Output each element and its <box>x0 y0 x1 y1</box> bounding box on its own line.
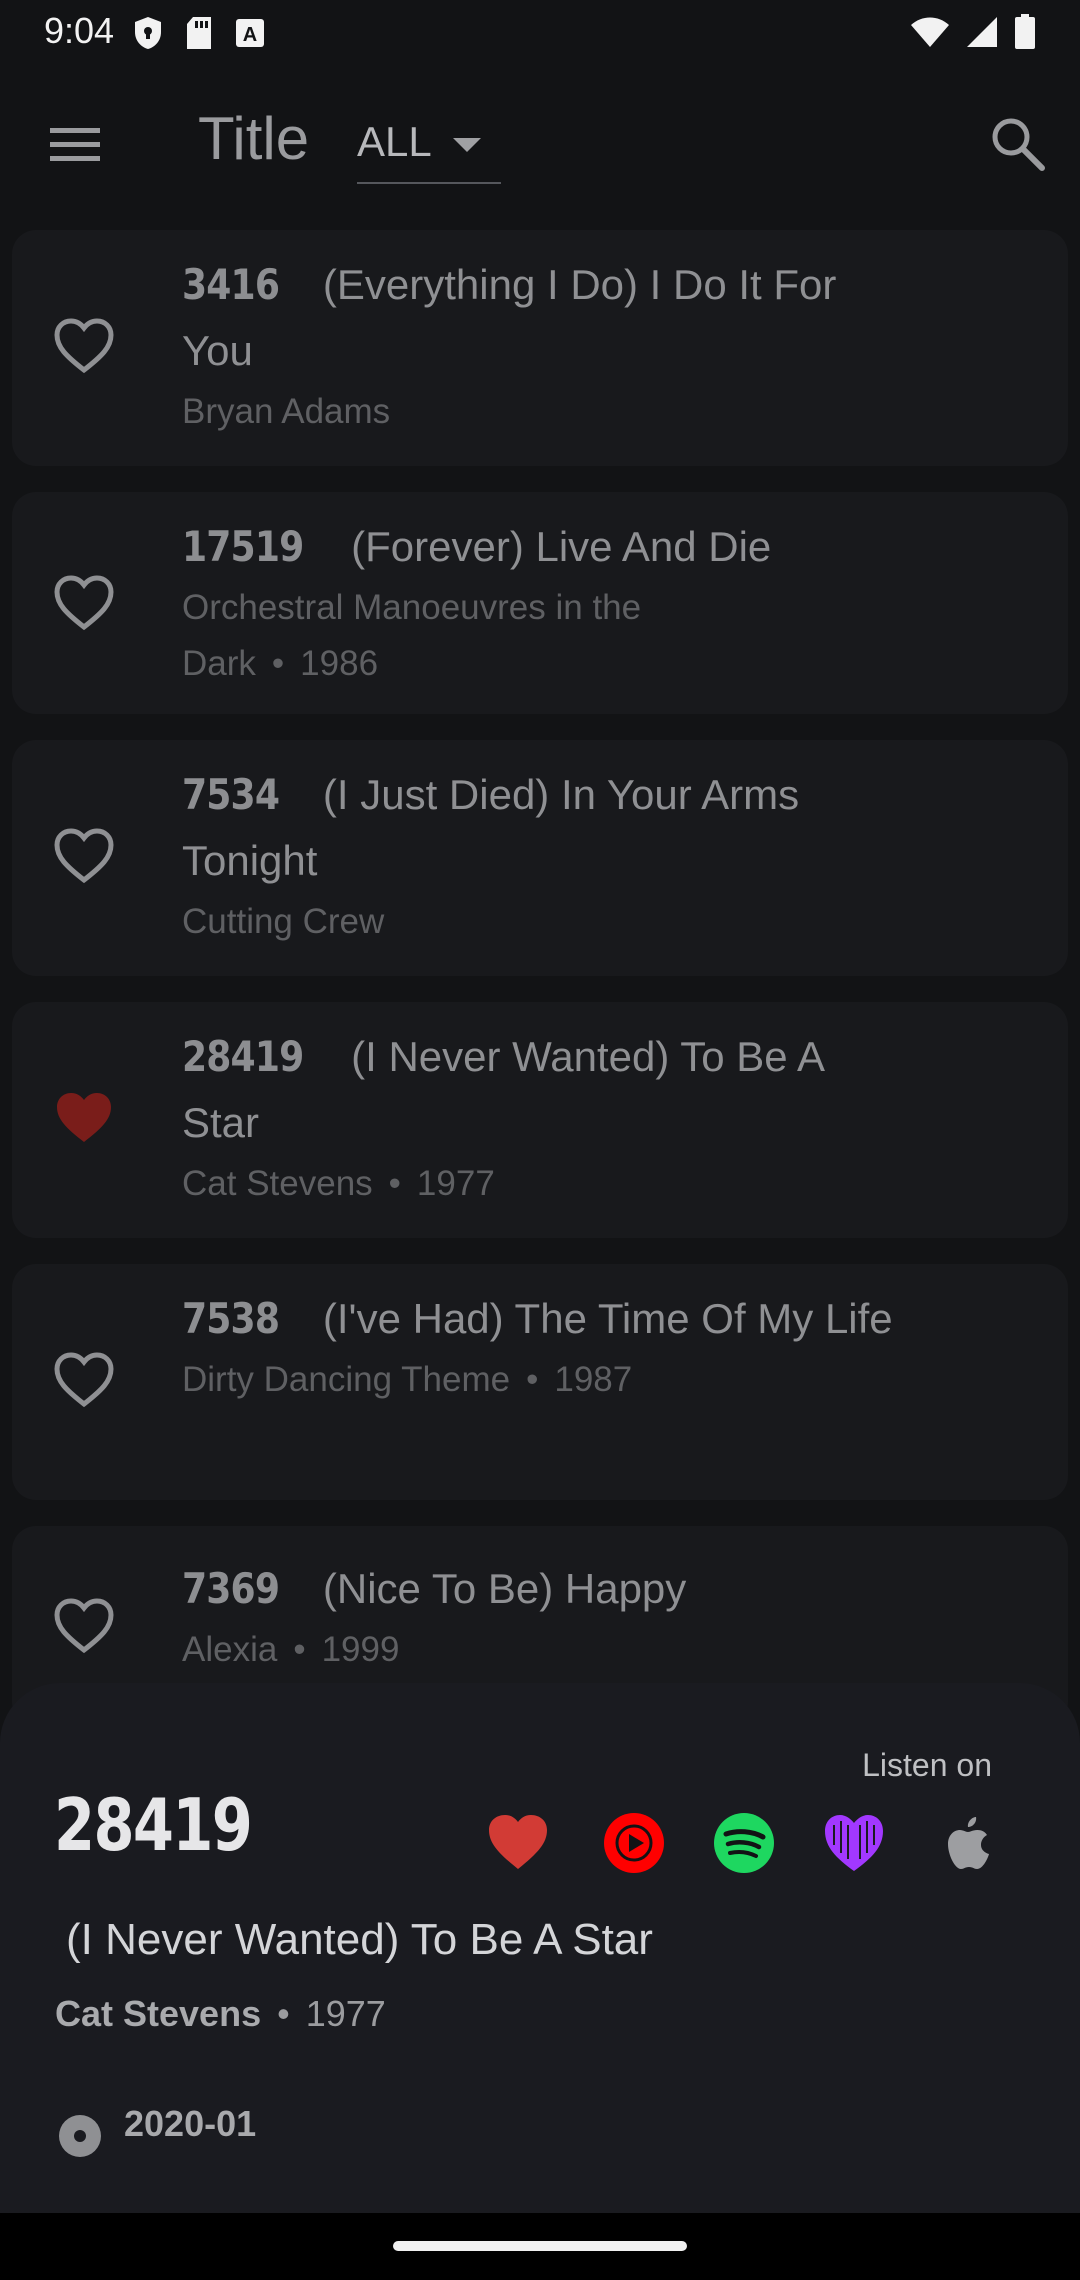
filter-value: ALL <box>357 118 432 165</box>
hamburger-menu-icon[interactable] <box>48 116 104 172</box>
app-bar: Title ALL <box>0 68 1080 218</box>
song-artist: Alexia <box>182 1630 278 1669</box>
song-number: 7534 <box>182 770 280 819</box>
shield-icon <box>135 17 161 49</box>
song-artist: Dirty Dancing Theme <box>182 1360 511 1399</box>
status-time: 9:04 <box>44 10 115 51</box>
song-number: 7369 <box>182 1564 280 1613</box>
heart-filled-icon[interactable] <box>54 1090 114 1146</box>
song-card[interactable]: 17519 (Forever) Live And Die Orchestral M… <box>12 492 1068 714</box>
sd-card-icon <box>187 17 211 49</box>
song-card[interactable]: 3416 (Everything I Do) I Do It For You Br… <box>12 230 1068 466</box>
selected-song-date: 2020-01 <box>124 2103 257 2144</box>
song-year: 1977 <box>416 1164 495 1203</box>
song-title: (I've Had) The Time Of My Life <box>322 1295 893 1342</box>
song-number: 3416 <box>182 260 280 309</box>
svg-text:A: A <box>243 24 257 46</box>
selected-song-meta: Cat Stevens • 1977 <box>55 1993 386 2035</box>
disc-icon <box>59 2115 101 2157</box>
listen-on-label: Listen on <box>862 1747 992 1783</box>
song-card[interactable]: 7538 (I've Had) The Time Of My Life Dirty… <box>12 1264 1068 1500</box>
wifi-icon <box>911 17 949 47</box>
selected-song-title: (I Never Wanted) To Be A Star <box>66 1915 653 1964</box>
signal-icon <box>967 17 997 47</box>
song-title: (Nice To Be) Happy <box>322 1565 687 1612</box>
system-nav-bar <box>0 2213 1080 2280</box>
separator-dot: • <box>526 1360 539 1399</box>
song-detail-sheet[interactable]: Listen on 28419 (I Never Wanted) To Be A… <box>0 1683 1080 2213</box>
selected-song-number: 28419 <box>54 1783 253 1867</box>
filter-dropdown[interactable]: ALL <box>357 118 501 184</box>
song-artist: Bryan Adams <box>182 392 391 431</box>
apple-music-icon[interactable] <box>938 1811 1002 1875</box>
youtube-music-icon[interactable] <box>602 1811 666 1875</box>
heart-outline-icon[interactable] <box>54 575 114 631</box>
song-artist: Cat Stevens <box>182 1164 373 1203</box>
heart-outline-icon[interactable] <box>54 318 114 374</box>
separator-dot: • <box>388 1164 401 1203</box>
song-artist: Orchestral Manoeuvres in the Dark <box>182 588 642 683</box>
search-icon[interactable] <box>988 114 1046 172</box>
heart-outline-icon[interactable] <box>54 1352 114 1408</box>
song-year: 1987 <box>554 1360 633 1399</box>
song-title: (Forever) Live And Die <box>351 523 772 570</box>
favorite-heart-icon[interactable] <box>486 1811 550 1875</box>
song-number: 17519 <box>182 522 304 571</box>
song-card[interactable]: 7534 (I Just Died) In Your Arms Tonight C… <box>12 740 1068 976</box>
song-card[interactable]: 28419 (I Never Wanted) To Be A Star Cat S… <box>12 1002 1068 1238</box>
separator-dot: • <box>271 644 285 683</box>
home-gesture-handle[interactable] <box>393 2241 687 2251</box>
song-number: 7538 <box>182 1294 280 1343</box>
song-title: (Everything I Do) I Do It For You <box>182 261 837 374</box>
status-bar: 9:04 A <box>0 0 1080 68</box>
dropdown-arrow-icon <box>453 138 481 152</box>
separator-dot: • <box>277 1993 290 2034</box>
selected-song-year: 1977 <box>305 1993 386 2034</box>
separator-dot: • <box>293 1630 306 1669</box>
heart-outline-icon[interactable] <box>54 1598 114 1654</box>
song-artist: Cutting Crew <box>182 902 385 941</box>
song-year: 1999 <box>321 1630 400 1669</box>
deezer-icon[interactable] <box>822 1811 886 1875</box>
page-title: Title <box>198 105 310 172</box>
text-box-icon: A <box>236 19 264 47</box>
selected-song-artist: Cat Stevens <box>55 1993 262 2034</box>
spotify-icon[interactable] <box>712 1811 776 1875</box>
song-year: 1986 <box>300 644 379 683</box>
song-number: 28419 <box>182 1032 304 1081</box>
song-list: 3416 (Everything I Do) I Do It For You Br… <box>12 230 1068 1752</box>
battery-icon <box>1015 14 1035 49</box>
heart-outline-icon[interactable] <box>54 828 114 884</box>
